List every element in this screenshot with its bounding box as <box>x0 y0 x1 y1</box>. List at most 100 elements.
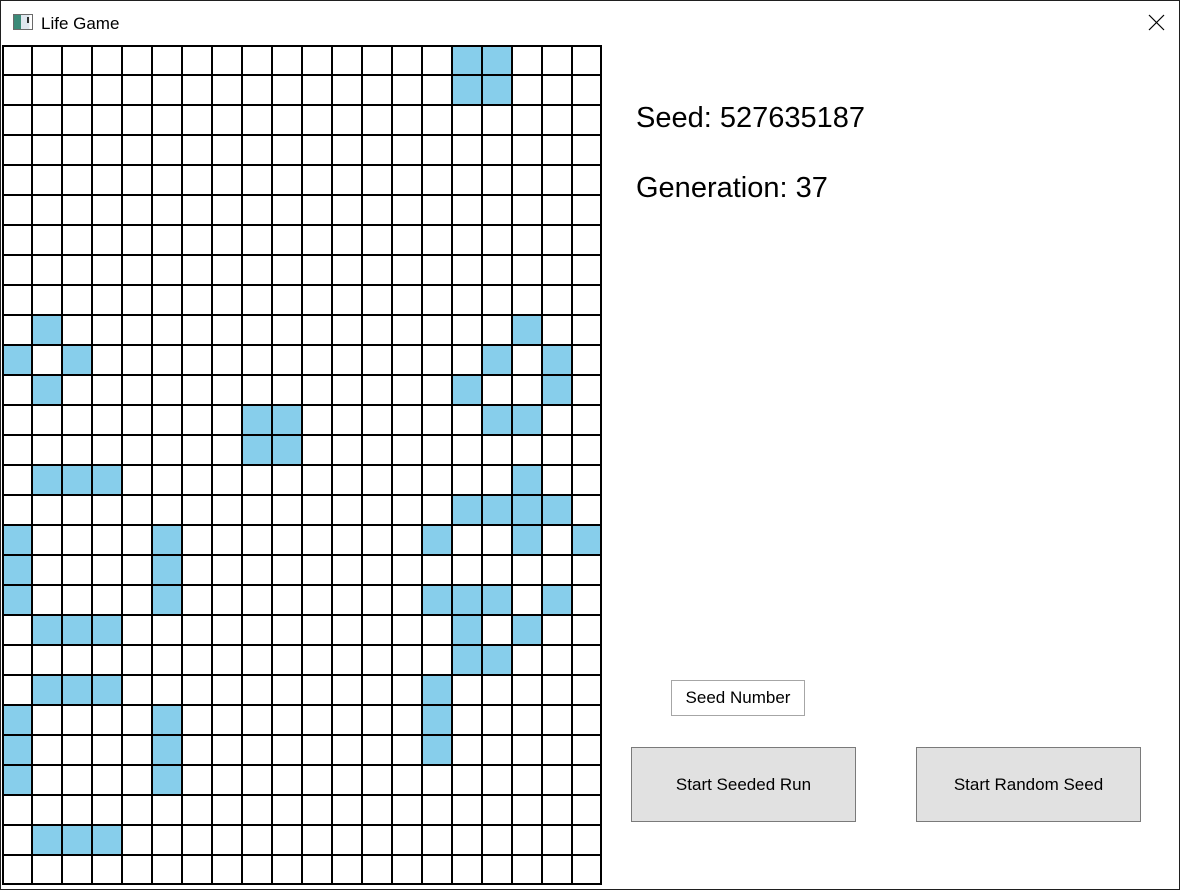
dead-cell[interactable] <box>392 705 422 735</box>
dead-cell[interactable] <box>32 165 62 195</box>
dead-cell[interactable] <box>122 165 152 195</box>
dead-cell[interactable] <box>242 555 272 585</box>
alive-cell[interactable] <box>452 585 482 615</box>
dead-cell[interactable] <box>302 825 332 855</box>
dead-cell[interactable] <box>122 345 152 375</box>
alive-cell[interactable] <box>152 735 182 765</box>
dead-cell[interactable] <box>242 375 272 405</box>
dead-cell[interactable] <box>212 255 242 285</box>
dead-cell[interactable] <box>512 105 542 135</box>
alive-cell[interactable] <box>272 435 302 465</box>
dead-cell[interactable] <box>512 795 542 825</box>
dead-cell[interactable] <box>2 405 32 435</box>
dead-cell[interactable] <box>392 795 422 825</box>
dead-cell[interactable] <box>302 645 332 675</box>
dead-cell[interactable] <box>542 75 572 105</box>
dead-cell[interactable] <box>422 855 452 885</box>
dead-cell[interactable] <box>182 675 212 705</box>
dead-cell[interactable] <box>32 225 62 255</box>
dead-cell[interactable] <box>272 825 302 855</box>
dead-cell[interactable] <box>362 135 392 165</box>
dead-cell[interactable] <box>122 795 152 825</box>
dead-cell[interactable] <box>362 735 392 765</box>
dead-cell[interactable] <box>332 165 362 195</box>
dead-cell[interactable] <box>452 855 482 885</box>
seed-number-input[interactable] <box>671 680 805 716</box>
dead-cell[interactable] <box>392 555 422 585</box>
dead-cell[interactable] <box>2 375 32 405</box>
start-seeded-run-button[interactable]: Start Seeded Run <box>631 747 856 822</box>
alive-cell[interactable] <box>2 735 32 765</box>
dead-cell[interactable] <box>242 675 272 705</box>
dead-cell[interactable] <box>62 45 92 75</box>
dead-cell[interactable] <box>542 645 572 675</box>
dead-cell[interactable] <box>512 75 542 105</box>
dead-cell[interactable] <box>572 225 602 255</box>
dead-cell[interactable] <box>332 375 362 405</box>
dead-cell[interactable] <box>362 75 392 105</box>
dead-cell[interactable] <box>182 255 212 285</box>
dead-cell[interactable] <box>542 285 572 315</box>
alive-cell[interactable] <box>482 405 512 435</box>
dead-cell[interactable] <box>182 525 212 555</box>
dead-cell[interactable] <box>542 135 572 165</box>
alive-cell[interactable] <box>452 495 482 525</box>
dead-cell[interactable] <box>272 285 302 315</box>
dead-cell[interactable] <box>212 525 242 555</box>
dead-cell[interactable] <box>212 345 242 375</box>
dead-cell[interactable] <box>32 795 62 825</box>
dead-cell[interactable] <box>512 435 542 465</box>
dead-cell[interactable] <box>482 525 512 555</box>
dead-cell[interactable] <box>302 555 332 585</box>
dead-cell[interactable] <box>302 135 332 165</box>
alive-cell[interactable] <box>62 465 92 495</box>
dead-cell[interactable] <box>92 555 122 585</box>
dead-cell[interactable] <box>212 675 242 705</box>
dead-cell[interactable] <box>542 315 572 345</box>
dead-cell[interactable] <box>212 855 242 885</box>
dead-cell[interactable] <box>452 825 482 855</box>
dead-cell[interactable] <box>62 435 92 465</box>
dead-cell[interactable] <box>392 675 422 705</box>
dead-cell[interactable] <box>362 645 392 675</box>
alive-cell[interactable] <box>482 495 512 525</box>
dead-cell[interactable] <box>332 465 362 495</box>
life-grid[interactable] <box>2 45 602 885</box>
dead-cell[interactable] <box>2 795 32 825</box>
dead-cell[interactable] <box>542 405 572 435</box>
dead-cell[interactable] <box>302 315 332 345</box>
dead-cell[interactable] <box>542 795 572 825</box>
dead-cell[interactable] <box>2 855 32 885</box>
dead-cell[interactable] <box>452 795 482 825</box>
alive-cell[interactable] <box>152 705 182 735</box>
dead-cell[interactable] <box>392 435 422 465</box>
dead-cell[interactable] <box>572 735 602 765</box>
dead-cell[interactable] <box>32 75 62 105</box>
dead-cell[interactable] <box>152 645 182 675</box>
dead-cell[interactable] <box>62 75 92 105</box>
dead-cell[interactable] <box>302 195 332 225</box>
dead-cell[interactable] <box>482 465 512 495</box>
dead-cell[interactable] <box>542 465 572 495</box>
dead-cell[interactable] <box>452 765 482 795</box>
dead-cell[interactable] <box>32 765 62 795</box>
dead-cell[interactable] <box>482 615 512 645</box>
dead-cell[interactable] <box>302 165 332 195</box>
dead-cell[interactable] <box>392 765 422 795</box>
dead-cell[interactable] <box>152 285 182 315</box>
dead-cell[interactable] <box>92 495 122 525</box>
dead-cell[interactable] <box>182 405 212 435</box>
dead-cell[interactable] <box>512 705 542 735</box>
alive-cell[interactable] <box>92 615 122 645</box>
dead-cell[interactable] <box>362 405 392 435</box>
dead-cell[interactable] <box>422 795 452 825</box>
dead-cell[interactable] <box>572 465 602 495</box>
dead-cell[interactable] <box>62 135 92 165</box>
dead-cell[interactable] <box>182 195 212 225</box>
dead-cell[interactable] <box>362 165 392 195</box>
dead-cell[interactable] <box>572 105 602 135</box>
alive-cell[interactable] <box>512 525 542 555</box>
dead-cell[interactable] <box>122 315 152 345</box>
dead-cell[interactable] <box>422 765 452 795</box>
dead-cell[interactable] <box>302 375 332 405</box>
